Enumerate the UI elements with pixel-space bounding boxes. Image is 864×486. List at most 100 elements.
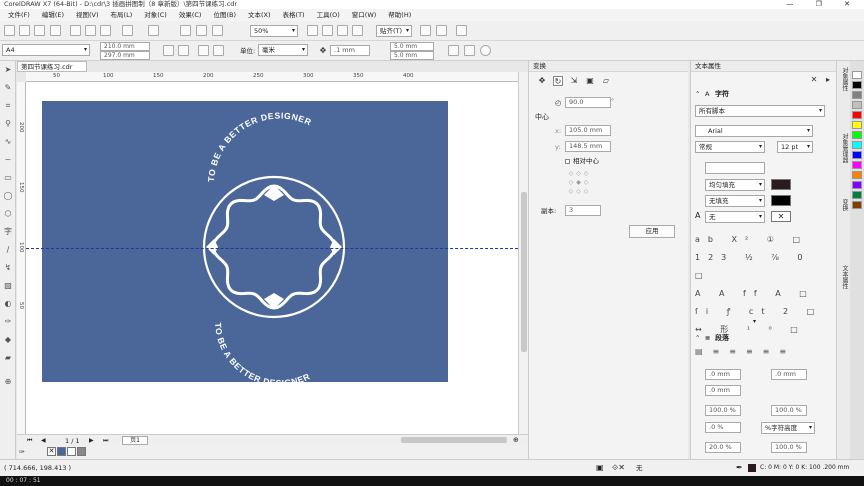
print-icon[interactable] — [50, 25, 61, 36]
alignment-buttons[interactable]: ▤≡≡≡≡≡ — [695, 347, 815, 359]
palette-swatch[interactable] — [852, 71, 862, 79]
horizontal-scroll-thumb[interactable] — [401, 437, 507, 443]
all-pages-icon[interactable] — [198, 45, 209, 56]
font-select[interactable]: Arial ▾ — [695, 125, 813, 137]
welcome-icon[interactable] — [456, 25, 467, 36]
menu-item-4[interactable]: 对象(C) — [138, 9, 173, 21]
connector-tool-icon[interactable]: ↯ — [3, 263, 13, 273]
full-screen-icon[interactable] — [307, 25, 318, 36]
eyedropper-icon[interactable]: ✑ — [3, 317, 13, 327]
menu-item-3[interactable]: 布局(L) — [105, 9, 139, 21]
outline-width-select[interactable]: 无 ▾ — [705, 211, 765, 223]
spacing-units-select[interactable]: %字符高度 ▾ — [761, 422, 815, 434]
zoom-icon[interactable]: ⊕ — [513, 435, 519, 445]
copy-icon[interactable] — [85, 25, 96, 36]
eyedropper-small-icon[interactable]: ✑ — [19, 447, 25, 457]
palette-swatch[interactable] — [852, 181, 862, 189]
palette-swatch[interactable] — [852, 141, 862, 149]
doc-color-gray[interactable] — [77, 447, 86, 456]
artistic-media-icon[interactable]: ~ — [3, 155, 13, 165]
paste-icon[interactable] — [100, 25, 111, 36]
snap-to-select[interactable]: 贴齐(T) ▾ — [376, 25, 412, 37]
kerning-field[interactable] — [705, 162, 765, 174]
space-before-field[interactable]: 100.0 % — [705, 405, 741, 416]
drawing-canvas[interactable]: TO BE A BETTER DESIGNER TO BE A BETTER D… — [26, 82, 518, 434]
page-height-field[interactable]: 297.0 mm — [100, 51, 150, 60]
drop-shadow-icon[interactable]: ▨ — [3, 281, 13, 291]
space-after-field[interactable]: 100.0 % — [771, 405, 807, 416]
horizontal-guideline[interactable] — [26, 248, 518, 249]
menu-item-0[interactable]: 文件(F) — [2, 9, 36, 21]
more-features-icon[interactable]: ▾ — [753, 317, 756, 327]
badge-artwork[interactable]: TO BE A BETTER DESIGNER TO BE A BETTER D… — [42, 101, 448, 382]
skew-icon[interactable]: ▱ — [601, 76, 611, 86]
freehand-tool-icon[interactable]: ∿ — [3, 137, 13, 147]
docker-options-icon[interactable]: ▸ — [823, 75, 833, 85]
menu-item-10[interactable]: 窗口(W) — [346, 9, 383, 21]
center-y-field[interactable]: 148.5 mm — [565, 141, 611, 152]
smart-fill-icon[interactable]: ▰ — [3, 353, 13, 363]
palette-swatch[interactable] — [852, 101, 862, 109]
palette-swatch[interactable] — [852, 81, 862, 89]
menu-item-5[interactable]: 效果(C) — [173, 9, 208, 21]
new-icon[interactable] — [4, 25, 15, 36]
docker-tab-3[interactable]: 文本属性 — [839, 265, 849, 289]
publish-icon[interactable] — [212, 25, 223, 36]
page-width-field[interactable]: 210.0 mm — [100, 42, 150, 51]
app-launcher-icon[interactable] — [436, 25, 447, 36]
cut-icon[interactable] — [70, 25, 81, 36]
close-docker-icon[interactable]: ✕ — [809, 75, 819, 85]
palette-swatch[interactable] — [852, 201, 862, 209]
menu-item-2[interactable]: 视图(V) — [70, 9, 105, 21]
treat-as-filled-icon[interactable] — [448, 45, 459, 56]
menu-item-11[interactable]: 帮助(H) — [382, 9, 417, 21]
center-x-field[interactable]: 105.0 mm — [565, 125, 611, 136]
duplicate-y-field[interactable]: 5.0 mm — [390, 51, 434, 60]
rotate-icon[interactable]: ↻ — [553, 76, 563, 86]
nudge-distance-field[interactable]: .1 mm — [330, 45, 370, 56]
vertical-ruler[interactable]: 200 150 100 50 — [17, 82, 26, 434]
right-indent-field[interactable]: .0 mm — [705, 385, 741, 396]
anchor-grid[interactable]: ◇◇◇ ◇◆◇ ◇◇◇ — [565, 169, 595, 197]
palette-swatch[interactable] — [852, 131, 862, 139]
size-icon[interactable]: ▣ — [585, 76, 595, 86]
fill-type-select[interactable]: 均匀填充 ▾ — [705, 179, 765, 191]
page-tab[interactable]: 页1 — [122, 436, 148, 445]
palette-swatch[interactable] — [852, 91, 862, 99]
copies-field[interactable]: 3 — [565, 205, 601, 216]
docker-tab-0[interactable]: 对象属性 — [839, 67, 849, 91]
parallel-dimension-icon[interactable]: ∕ — [3, 245, 13, 255]
vertical-scroll-thumb[interactable] — [521, 192, 527, 352]
paragraph-collapse-icon[interactable]: ⌃ — [695, 333, 700, 343]
landscape-icon[interactable] — [178, 45, 189, 56]
palette-swatch[interactable] — [852, 171, 862, 179]
doc-color-white[interactable] — [67, 447, 76, 456]
opentype-features-grid[interactable]: ab X² ① □ 123 ½ ⅞ 0 □ A A ff A □ ſi ꝭ ct 2 … — [695, 231, 825, 334]
palette-swatch[interactable] — [852, 161, 862, 169]
undo-icon[interactable] — [122, 25, 133, 36]
vertical-scrollbar[interactable] — [518, 72, 528, 434]
palette-swatch[interactable] — [852, 151, 862, 159]
transparency-toggle-icon[interactable] — [480, 45, 491, 56]
gridlines-toggle-icon[interactable] — [464, 45, 475, 56]
polygon-tool-icon[interactable]: ⬡ — [3, 209, 13, 219]
text-tool-icon[interactable]: 字 — [3, 227, 13, 237]
add-tool-icon[interactable]: ⊕ — [3, 377, 13, 387]
shape-tool-icon[interactable]: ✎ — [3, 83, 13, 93]
document-tab[interactable]: 第四节课练习.cdr — [17, 61, 87, 72]
position-icon[interactable]: ✥ — [537, 76, 547, 86]
window-controls[interactable]: — ❐ ✕ — [786, 0, 860, 8]
outline-color-swatch[interactable]: ✕ — [771, 211, 791, 222]
scale-mirror-icon[interactable]: ⇲ — [569, 76, 579, 86]
open-icon[interactable] — [19, 25, 30, 36]
no-color-swatch[interactable]: ✕ — [47, 447, 56, 456]
ellipse-tool-icon[interactable]: ◯ — [3, 191, 13, 201]
palette-swatch[interactable] — [852, 121, 862, 129]
palette-swatch[interactable] — [852, 111, 862, 119]
units-select[interactable]: 毫米 ▾ — [258, 44, 308, 56]
menu-item-1[interactable]: 编辑(E) — [36, 9, 70, 21]
current-page-icon[interactable] — [213, 45, 224, 56]
background-color-swatch[interactable] — [771, 195, 791, 206]
portrait-icon[interactable] — [163, 45, 174, 56]
menu-item-8[interactable]: 表格(T) — [277, 9, 311, 21]
